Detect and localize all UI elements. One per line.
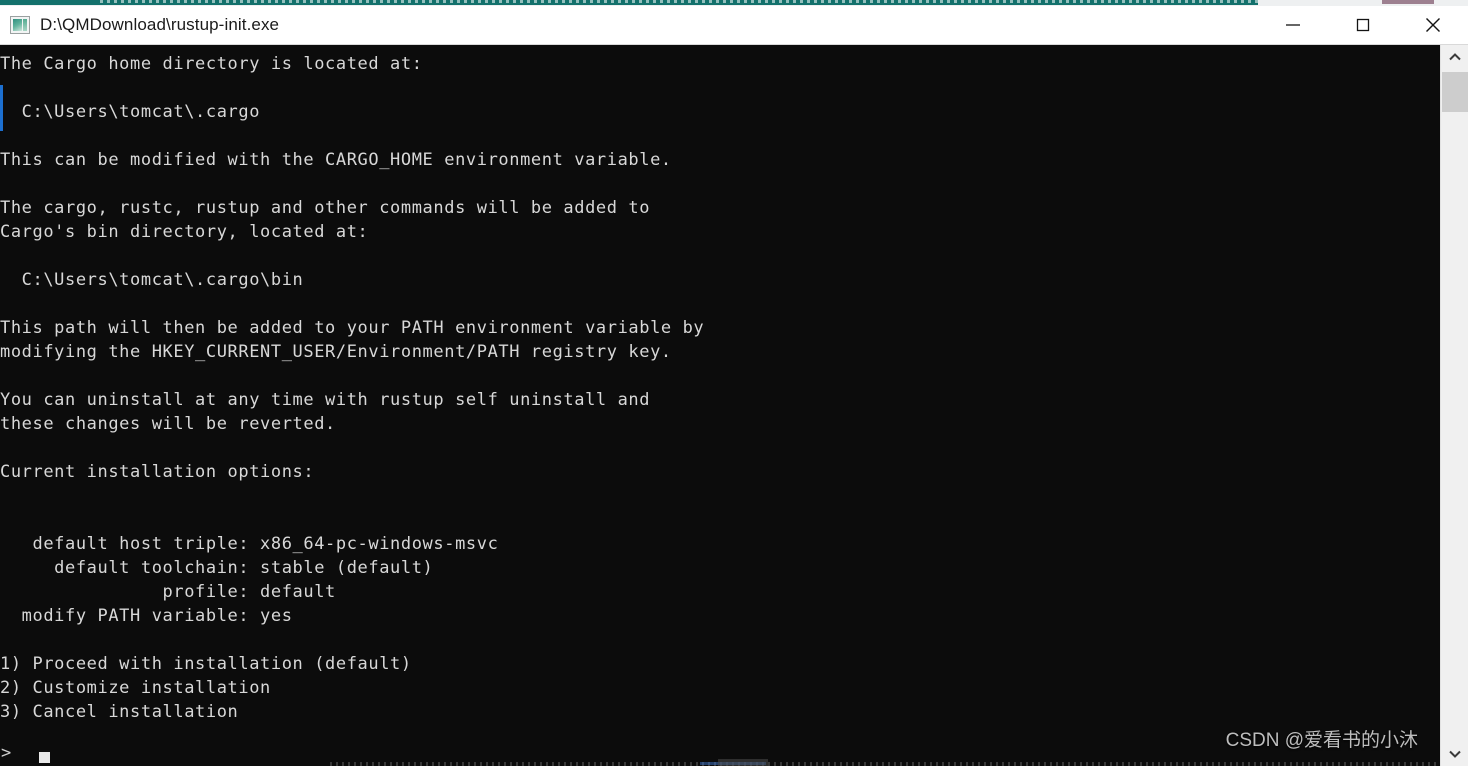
minimize-button[interactable] <box>1258 6 1328 44</box>
maximize-button[interactable] <box>1328 6 1398 44</box>
maximize-icon <box>1356 18 1370 32</box>
scroll-thumb[interactable] <box>1442 72 1468 112</box>
watermark-text: CSDN @爱看书的小沐 <box>1225 730 1418 751</box>
minimize-icon <box>1286 24 1300 26</box>
background-window-bleed-chip <box>718 759 768 766</box>
prompt-symbol: > <box>1 743 12 763</box>
chevron-down-icon <box>1448 750 1461 758</box>
app-image-icon <box>10 16 30 34</box>
window-title: D:\QMDownload\rustup-init.exe <box>40 15 280 34</box>
app-icon-shape-left <box>13 19 22 31</box>
close-button[interactable] <box>1398 6 1468 44</box>
vertical-scrollbar[interactable] <box>1440 45 1468 766</box>
close-icon <box>1426 18 1440 32</box>
terminal-text: The Cargo home directory is located at: … <box>0 54 705 722</box>
scroll-up-button[interactable] <box>1441 45 1468 69</box>
window-controls <box>1258 6 1468 44</box>
background-window-bleed <box>330 762 1440 766</box>
background-window-accent <box>1382 0 1434 4</box>
terminal-output-area[interactable]: The Cargo home directory is located at: … <box>0 45 1440 766</box>
scroll-down-button[interactable] <box>1441 742 1468 766</box>
background-window-titlebar <box>0 0 1258 5</box>
window-titlebar[interactable]: D:\QMDownload\rustup-init.exe <box>0 6 1468 45</box>
app-root: D:\QMDownload\rustup-init.exe The Cargo … <box>0 0 1468 766</box>
text-cursor <box>39 752 51 763</box>
app-icon-shape-right <box>23 19 27 31</box>
terminal-prompt[interactable]: > <box>0 742 51 764</box>
chevron-up-icon <box>1448 53 1461 61</box>
